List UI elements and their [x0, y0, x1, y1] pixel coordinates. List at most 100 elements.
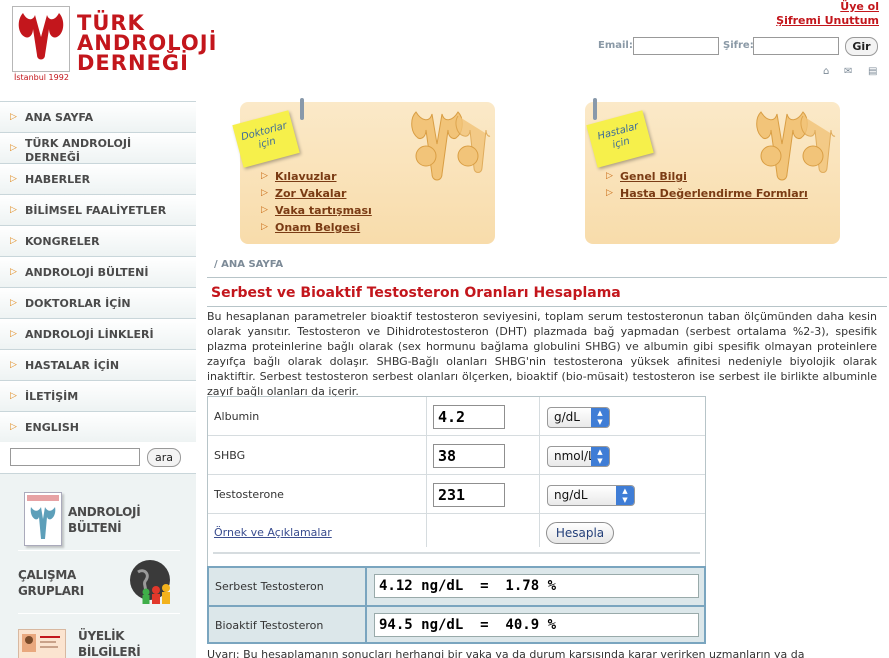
- select-arrows-icon: ▲ ▼: [591, 447, 609, 466]
- sidebar-item-label: KONGRELER: [25, 235, 100, 248]
- disclaimer-text: Uyarı: Bu hesaplamanın sonuçları herhang…: [207, 648, 805, 658]
- calculate-button[interactable]: Hesapla: [546, 522, 614, 544]
- search-input[interactable]: [10, 448, 140, 466]
- logo-line: DERNEĞİ: [77, 51, 189, 75]
- divider: [208, 435, 705, 436]
- arrow-right-icon: ▷: [10, 236, 17, 246]
- sidebar-item-label: HABERLER: [25, 173, 91, 186]
- select-value: g/dL: [554, 410, 580, 424]
- link-general-info[interactable]: Genel Bilgi: [606, 168, 808, 185]
- arrow-right-icon: ▷: [10, 298, 17, 308]
- quick-links-banner: Doktorlar için Kılavuzlar Zor Vakalar Va…: [206, 95, 889, 250]
- divider: [208, 474, 705, 475]
- shbg-label: SHBG: [214, 449, 246, 462]
- examples-row: Örnek ve Açıklamalar: [214, 526, 332, 539]
- register-link[interactable]: Üye ol: [776, 0, 879, 14]
- testosterone-unit-select[interactable]: ng/dL ▲ ▼: [547, 485, 635, 506]
- email-label: Email:: [598, 40, 633, 51]
- password-label: Şifre:: [723, 40, 754, 51]
- shbg-field[interactable]: 38: [433, 444, 505, 468]
- promo-line: ÜYELİK: [78, 629, 125, 643]
- select-value: ng/dL: [554, 488, 588, 502]
- globe-people-icon: [128, 558, 176, 606]
- promo-divider: [18, 613, 180, 614]
- divider: [209, 605, 704, 607]
- free-testosterone-result: 4.12 ng/dL = 1.78 %: [374, 574, 699, 598]
- testosterone-label: Testosterone: [214, 488, 284, 501]
- albumin-field[interactable]: 4.2: [433, 405, 505, 429]
- sidebar-item-news[interactable]: ▷ HABERLER: [0, 163, 196, 194]
- select-value: nmol/L: [554, 449, 595, 463]
- divider: [365, 568, 367, 642]
- link-consent-form[interactable]: Onam Belgesi: [261, 219, 372, 236]
- promo-title: ANDROLOJİ BÜLTENİ: [68, 504, 141, 536]
- sidebar-item-home[interactable]: ▷ ANA SAYFA: [0, 101, 196, 132]
- sitemap-icon[interactable]: ▤: [868, 66, 877, 77]
- home-icon[interactable]: ⌂: [823, 66, 829, 77]
- mail-icon[interactable]: ✉: [844, 66, 852, 77]
- member-card-icon: [18, 629, 66, 658]
- bioactive-testosterone-label: Bioaktif Testosteron: [215, 619, 324, 632]
- search-button[interactable]: ara: [147, 448, 181, 467]
- link-case-discussion[interactable]: Vaka tartışması: [261, 202, 372, 219]
- site-search: ara: [0, 441, 196, 473]
- promo-line: BİLGİLERİ: [78, 645, 141, 658]
- examples-link[interactable]: Örnek ve Açıklamalar: [214, 526, 332, 539]
- sidebar-item-label: HASTALAR İÇİN: [25, 359, 120, 372]
- sidebar-item-contact[interactable]: ▷ İLETİŞİM: [0, 380, 196, 411]
- login-button[interactable]: Gir: [845, 37, 878, 56]
- arrow-right-icon: ▷: [10, 143, 17, 153]
- sidebar-item-label: BİLİMSEL FAALİYETLER: [25, 204, 167, 217]
- divider: [539, 397, 540, 547]
- albumin-unit-select[interactable]: g/dL ▲ ▼: [547, 407, 610, 428]
- sidebar-item-bulletin[interactable]: ▷ ANDROLOJİ BÜLTENİ: [0, 256, 196, 287]
- sidebar-item-patients[interactable]: ▷ HASTALAR İÇİN: [0, 349, 196, 380]
- divider: [207, 306, 887, 307]
- sidebar-nav: ▷ ANA SAYFA ▷ TÜRK ANDROLOJİ DERNEĞİ ▷ HABE…: [0, 101, 196, 442]
- promo-line: ANDROLOJİ: [68, 505, 141, 519]
- sidebar-item-scientific[interactable]: ▷ BİLİMSEL FAALİYETLER: [0, 194, 196, 225]
- logo-emblem[interactable]: [12, 6, 70, 72]
- promo-line: BÜLTENİ: [68, 521, 122, 535]
- divider: [207, 277, 887, 278]
- promo-membership[interactable]: ÜYELİK BİLGİLERİ: [0, 619, 196, 658]
- sidebar-item-label: ENGLISH: [25, 421, 79, 434]
- forgot-password-link[interactable]: Şifremi Unuttum: [776, 14, 879, 28]
- divider: [208, 513, 705, 514]
- arrow-right-icon: ▷: [10, 205, 17, 215]
- sidebar-item-english[interactable]: ▷ ENGLISH: [0, 411, 196, 442]
- email-field[interactable]: [633, 37, 719, 55]
- sidebar-item-label: İLETİŞİM: [25, 390, 79, 403]
- account-links: Üye ol Şifremi Unuttum: [776, 0, 879, 28]
- link-guidelines[interactable]: Kılavuzlar: [261, 168, 372, 185]
- logo-text[interactable]: TÜRK ANDROLOJİ DERNEĞİ: [77, 11, 218, 75]
- arrow-right-icon: ▷: [10, 112, 17, 122]
- sidebar-item-congresses[interactable]: ▷ KONGRELER: [0, 225, 196, 256]
- arrow-right-icon: ▷: [10, 329, 17, 339]
- link-difficult-cases[interactable]: Zor Vakalar: [261, 185, 372, 202]
- shbg-unit-select[interactable]: nmol/L ▲ ▼: [547, 446, 610, 467]
- password-field[interactable]: [753, 37, 839, 55]
- albumin-label: Albumin: [214, 410, 260, 423]
- arrow-right-icon: ▷: [10, 391, 17, 401]
- sidebar-item-links[interactable]: ▷ ANDROLOJİ LİNKLERİ: [0, 318, 196, 349]
- logo-line: ANDROLOJİ: [77, 31, 218, 55]
- promo-working-groups[interactable]: ÇALIŞMA GRUPLARI: [0, 554, 196, 612]
- logo-year: İstanbul 1992: [14, 73, 69, 82]
- arrow-right-icon: ▷: [10, 267, 17, 277]
- promo-divider: [18, 550, 180, 551]
- testosterone-field[interactable]: 231: [433, 483, 505, 507]
- promo-bulletin[interactable]: ANDROLOJİ BÜLTENİ: [0, 484, 196, 554]
- patients-links: Genel Bilgi Hasta Değerlendirme Formları: [606, 168, 808, 202]
- sidebar-item-label: ANA SAYFA: [25, 111, 94, 124]
- sidebar-item-label: DOKTORLAR İÇİN: [25, 297, 131, 310]
- breadcrumb[interactable]: / ANA SAYFA: [214, 259, 283, 270]
- logo-line: TÜRK: [77, 11, 145, 35]
- sidebar-item-association[interactable]: ▷ TÜRK ANDROLOJİ DERNEĞİ: [0, 132, 196, 164]
- divider: [426, 397, 427, 547]
- sidebar-item-doctors[interactable]: ▷ DOKTORLAR İÇİN: [0, 287, 196, 318]
- link-patient-forms[interactable]: Hasta Değerlendirme Formları: [606, 185, 808, 202]
- promo-title: ÇALIŞMA GRUPLARI: [18, 567, 84, 599]
- doctors-links: Kılavuzlar Zor Vakalar Vaka tartışması O…: [261, 168, 372, 236]
- promo-line: GRUPLARI: [18, 584, 84, 598]
